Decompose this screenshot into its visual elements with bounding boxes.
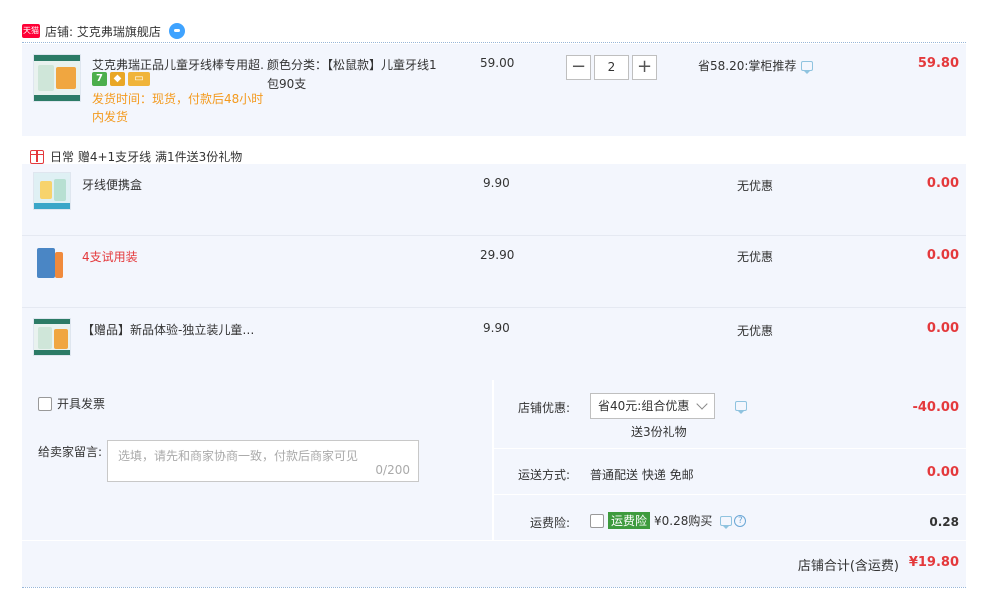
- discount-select[interactable]: 省40元:组合优惠: [590, 393, 715, 419]
- gift-items: [22, 164, 966, 380]
- discount-note: 送3份礼物: [631, 425, 687, 439]
- unit-price: 59.00: [480, 56, 515, 70]
- service-icons: 7 ◆ ▭: [92, 72, 150, 86]
- increase-button[interactable]: +: [632, 55, 657, 80]
- item-subtotal: 59.80: [917, 56, 959, 71]
- chat-icon[interactable]: [168, 23, 185, 39]
- message-char-count: 0/200: [375, 463, 410, 477]
- gift-price: 29.90: [480, 248, 515, 262]
- gift-subtotal: 0.00: [926, 176, 959, 191]
- gift-thumbnail[interactable]: [33, 244, 71, 282]
- gift-promo: 日常 赠4+1支牙线 满1件送3份礼物: [30, 148, 242, 165]
- sku-info: 颜色分类：【松鼠款】儿童牙线1包90支: [267, 58, 437, 91]
- savings-info: 省58.20:掌柜推荐: [698, 57, 814, 74]
- gift-name[interactable]: 牙线便携盒: [82, 176, 142, 193]
- comment-icon[interactable]: [720, 515, 733, 529]
- chevron-down-icon: [696, 398, 708, 410]
- product-thumbnail[interactable]: [33, 54, 81, 102]
- savings-text: 省58.20:掌柜推荐: [698, 59, 797, 73]
- invoice-option[interactable]: 开具发票: [38, 395, 105, 412]
- insurance-option: 运费险 ¥0.28购买 ?: [590, 512, 747, 529]
- gift-subtotal: 0.00: [926, 248, 959, 263]
- store-name[interactable]: 店铺: 艾克弗瑞旗舰店: [45, 23, 161, 40]
- seven-day-return-icon[interactable]: 7: [92, 72, 107, 86]
- gift-subtotal: 0.00: [926, 321, 959, 336]
- ship-time: 发货时间：现货，付款后48小时内发货: [92, 92, 264, 124]
- store-total-value: ¥19.80: [908, 555, 959, 570]
- product-title[interactable]: 艾克弗瑞正品儿童牙线棒专用超…: [92, 56, 264, 73]
- discount-selected: 省40元:组合优惠: [598, 399, 690, 413]
- gift-thumbnail[interactable]: [33, 172, 71, 210]
- shipping-method: 普通配送 快递 免邮: [590, 468, 694, 482]
- gift-name[interactable]: 4支试用装: [82, 248, 138, 265]
- gift-icon: [30, 149, 44, 164]
- shipping-label: 运送方式:: [518, 468, 571, 482]
- message-input[interactable]: 选填，请先和商家协商一致，付款后商家可见 0/200: [107, 440, 419, 482]
- invoice-label: 开具发票: [57, 397, 106, 411]
- divider: [22, 587, 966, 588]
- shipping-value: 0.00: [926, 465, 959, 480]
- guarantee-icon[interactable]: ◆: [110, 72, 125, 86]
- divider: [22, 42, 966, 43]
- gift-discount: 无优惠: [737, 324, 774, 338]
- insurance-value: 0.28: [929, 515, 959, 529]
- message-label: 给卖家留言:: [38, 445, 103, 459]
- gift-promo-text: 日常 赠4+1支牙线 满1件送3份礼物: [50, 150, 243, 164]
- insurance-label: 运费险:: [530, 516, 571, 530]
- gift-name[interactable]: 【赠品】新品体验-独立装儿童…: [82, 321, 254, 338]
- insurance-checkbox[interactable]: [590, 513, 604, 528]
- divider: [22, 307, 966, 308]
- discount-value: -40.00: [912, 400, 959, 415]
- store-total-label: 店铺合计(含运费): [797, 559, 899, 574]
- quantity-input[interactable]: 2: [594, 55, 629, 80]
- gift-thumbnail[interactable]: [33, 318, 71, 356]
- comment-icon[interactable]: [735, 401, 747, 414]
- divider: [494, 448, 966, 449]
- decrease-button[interactable]: −: [566, 55, 591, 80]
- gift-discount: 无优惠: [737, 179, 774, 193]
- gift-discount: 无优惠: [737, 250, 774, 264]
- insurance-tag: 运费险: [608, 512, 651, 529]
- store-header: 天猫 店铺: 艾克弗瑞旗舰店: [22, 22, 185, 40]
- message-placeholder: 选填，请先和商家协商一致，付款后商家可见: [118, 449, 359, 463]
- invoice-checkbox[interactable]: [38, 396, 52, 411]
- divider: [22, 235, 966, 236]
- gift-price: 9.90: [483, 176, 510, 190]
- quantity-stepper: − 2 +: [566, 55, 657, 80]
- discount-label: 店铺优惠:: [518, 401, 571, 415]
- divider: [494, 494, 966, 495]
- credit-card-icon[interactable]: ▭: [128, 72, 150, 86]
- insurance-price: ¥0.28购买: [654, 514, 713, 528]
- gift-price: 9.90: [483, 321, 510, 335]
- comment-icon[interactable]: [801, 60, 814, 74]
- help-icon[interactable]: ?: [734, 514, 747, 527]
- tmall-badge: 天猫: [22, 24, 40, 38]
